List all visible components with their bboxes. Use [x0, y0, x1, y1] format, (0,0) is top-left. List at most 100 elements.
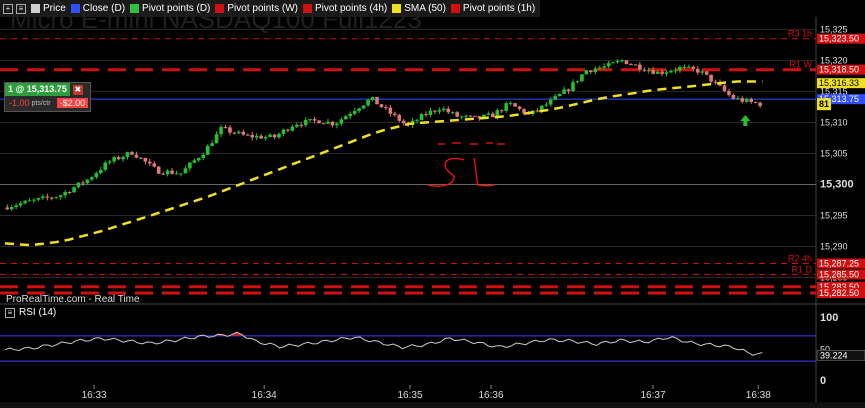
candle-body: [548, 99, 553, 105]
candle-body: [45, 196, 50, 198]
candle-body: [58, 195, 63, 198]
candle-body: [638, 64, 642, 70]
properties-icon[interactable]: ≡: [16, 3, 26, 14]
candle-body: [437, 110, 442, 112]
candle-body: [629, 64, 633, 66]
candle-body: [357, 108, 361, 112]
candle-body: [192, 160, 197, 163]
price-tick-label: 15,310: [820, 117, 848, 127]
price-tick-label: 15,295: [820, 210, 848, 220]
candle-body: [740, 98, 745, 102]
candle-body: [491, 113, 495, 118]
candle-body: [655, 71, 660, 74]
legend-label: Pivot points (1h): [462, 3, 536, 14]
candle-body: [170, 170, 174, 174]
rsi-panel-bg: [0, 307, 865, 385]
legend-label: Pivot points (W): [227, 3, 298, 14]
legend-item[interactable]: SMA (50): [392, 3, 446, 14]
candle-body: [352, 111, 357, 114]
candle-body: [450, 112, 455, 114]
candle-body: [241, 131, 246, 135]
candle-body: [335, 123, 339, 126]
rsi-value-label: 39.224: [820, 350, 848, 360]
candle-body: [611, 62, 615, 64]
candle-body: [183, 168, 188, 174]
candle-body: [188, 162, 192, 169]
candle-body: [736, 98, 740, 100]
candle-body: [486, 113, 491, 115]
candle-body: [535, 110, 540, 112]
add-indicator-icon[interactable]: +: [3, 3, 13, 14]
legend-item[interactable]: Pivot points (W): [215, 3, 298, 14]
level-price-label: 15,282.50: [819, 288, 859, 298]
candle-body: [682, 66, 687, 68]
candle-body: [72, 187, 76, 193]
close-position-icon[interactable]: ✖: [72, 84, 83, 95]
rsi-label: RSI (14): [19, 307, 57, 318]
level-price-label: 15,323.50: [819, 34, 859, 44]
candle-body: [321, 123, 326, 125]
candle-body: [94, 173, 99, 178]
position-pnl-unit: pts/ctr: [31, 99, 51, 107]
candle-body: [18, 203, 23, 206]
candle-body: [36, 198, 41, 200]
current-price-label: 81: [819, 99, 829, 109]
price-panel-bg: [0, 17, 865, 293]
candle-body: [646, 70, 651, 72]
candle-body: [624, 60, 629, 65]
candle-body: [499, 110, 504, 112]
price-chart[interactable]: 15,32515,32015,31515,31015,30515,30015,2…: [0, 0, 865, 408]
chart-toolbar: + ≡ Price Close (D) Pivot points (D) Pivot …: [0, 0, 540, 17]
properties-icon[interactable]: ≡: [5, 307, 15, 318]
candle-body: [54, 197, 59, 199]
candle-body: [455, 112, 459, 117]
candle-body: [268, 134, 272, 137]
candle-body: [237, 131, 241, 134]
candle-body: [713, 81, 718, 83]
legend-item[interactable]: Close (D): [70, 3, 125, 14]
candle-body: [758, 102, 762, 106]
candle-body: [446, 108, 451, 113]
position-box[interactable]: 1 @ 15,313.75 ✖ -1.00 pts/ctr -$2.00: [4, 82, 91, 112]
candle-body: [201, 154, 206, 159]
candle-body: [339, 119, 344, 124]
candle-body: [232, 132, 237, 134]
candle-body: [107, 161, 112, 163]
candle-body: [344, 116, 348, 120]
candle-body: [148, 161, 152, 164]
candle-body: [691, 66, 696, 69]
level-price-label: 15,316.33: [819, 78, 859, 88]
candle-body: [695, 68, 700, 73]
candle-body: [125, 152, 130, 157]
time-tick-label: 16:33: [82, 390, 107, 401]
legend-item[interactable]: Pivot points (4h): [302, 3, 388, 14]
candle-body: [557, 93, 562, 97]
candle-body: [415, 120, 419, 122]
candle-body: [553, 96, 557, 100]
candle-body: [214, 134, 219, 144]
candle-body: [103, 162, 108, 170]
candle-body: [165, 170, 170, 175]
candle-body: [722, 85, 727, 92]
legend-item[interactable]: Pivot points (1h): [450, 3, 536, 14]
candle-body: [749, 99, 753, 102]
time-axis-bg: [0, 385, 865, 402]
legend-label: Pivot points (D): [142, 3, 211, 14]
candle-body: [277, 133, 281, 138]
candle-body: [99, 169, 103, 174]
bottom-toolbar: [0, 402, 865, 408]
candle-body: [254, 135, 259, 138]
legend-label: Pivot points (4h): [314, 3, 388, 14]
legend-item[interactable]: Pivot points (D): [130, 3, 210, 14]
legend-swatch: [31, 4, 40, 13]
candle-body: [116, 157, 121, 160]
price-tick-label: 15,300: [820, 178, 854, 190]
candle-body: [419, 114, 424, 121]
candle-body: [139, 157, 143, 159]
candle-body: [544, 104, 549, 106]
candle-body: [130, 152, 134, 155]
candle-body: [575, 81, 580, 83]
candle-body: [228, 127, 232, 133]
legend-item[interactable]: Price: [31, 3, 66, 14]
pivot-level-label: R1 D: [791, 264, 812, 274]
